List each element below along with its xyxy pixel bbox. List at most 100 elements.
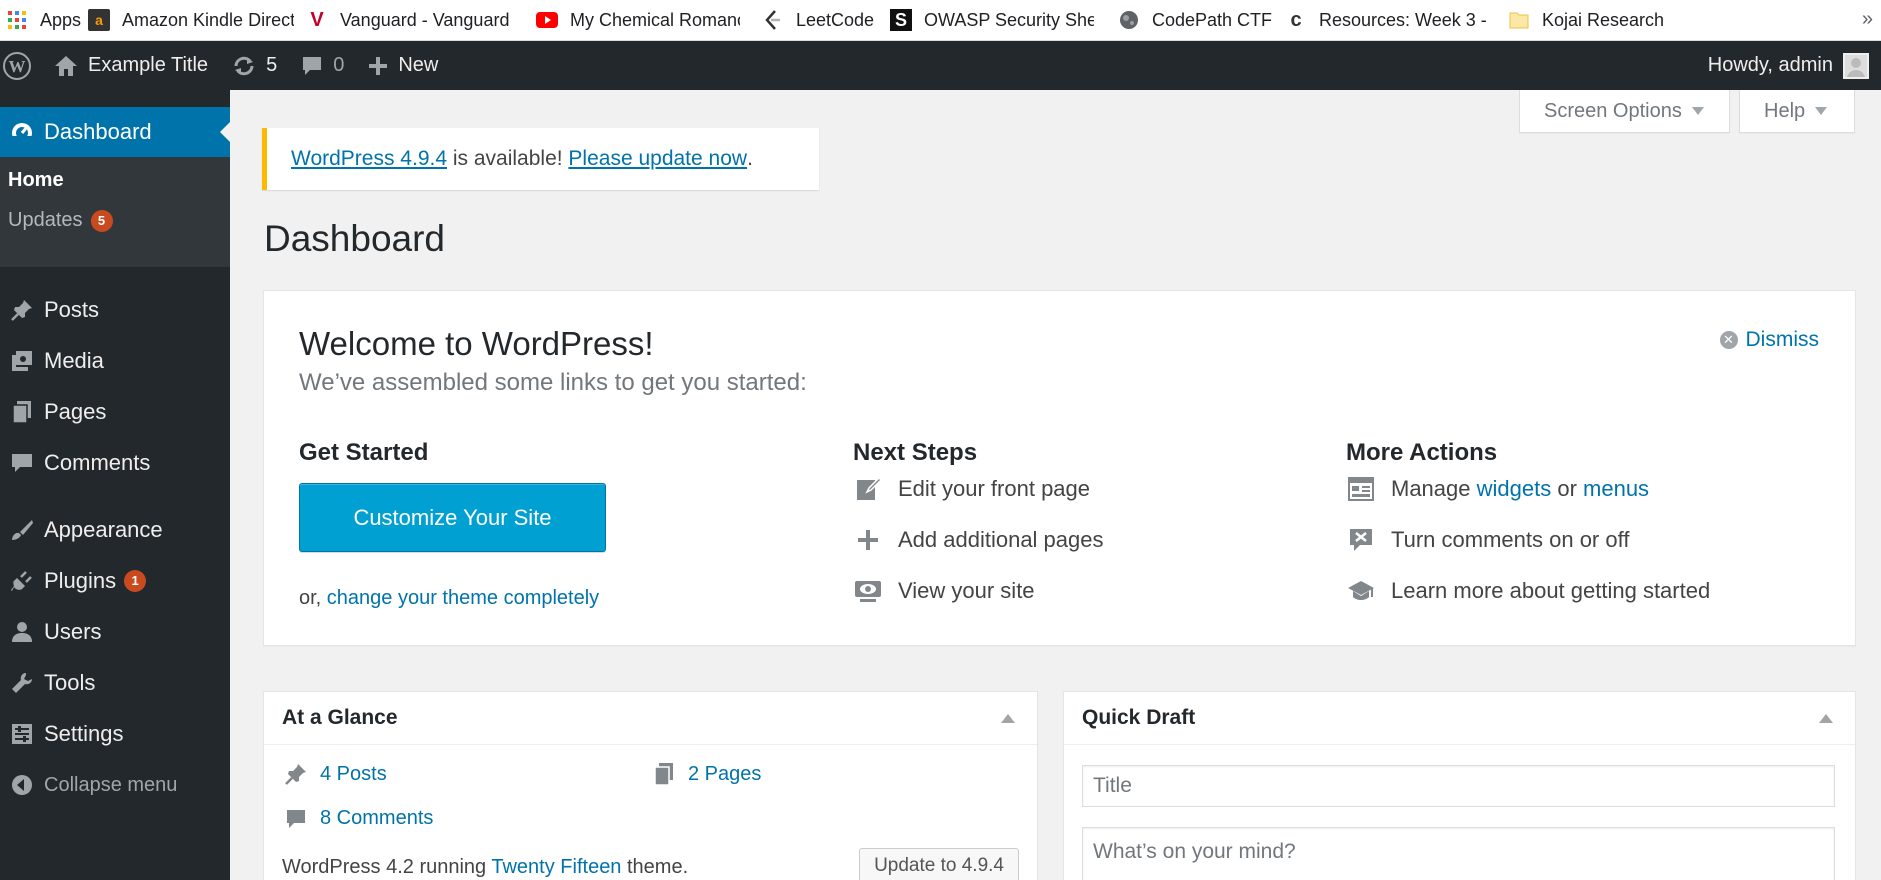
edit-front-page-link[interactable]: Edit your front page — [853, 476, 1090, 502]
next-steps-heading: Next Steps — [853, 439, 978, 466]
admin-bar: W Example Title 5 0 New Howdy, admin — [0, 41, 1881, 90]
submenu-item-updates[interactable]: Updates 5 — [8, 209, 113, 232]
apps-grid-icon — [6, 9, 28, 31]
bookmark-resources-week3[interactable]: c Resources: Week 3 - C — [1285, 0, 1508, 41]
settings-icon — [0, 722, 44, 746]
caret-down-icon — [1691, 107, 1704, 115]
quick-draft-header[interactable]: Quick Draft — [1064, 692, 1855, 745]
welcome-title: Welcome to WordPress! — [299, 325, 654, 362]
theme-link[interactable]: Twenty Fifteen — [491, 856, 621, 878]
dismiss-button[interactable]: ✕ Dismiss — [1719, 328, 1819, 352]
wrench-icon — [0, 671, 44, 695]
caret-down-icon — [1815, 107, 1828, 115]
bookmark-kojai-research[interactable]: Kojai Research — [1508, 0, 1678, 41]
submenu-item-home[interactable]: Home — [8, 169, 64, 192]
manage-widgets-menus: Manage widgets or menus — [1346, 476, 1649, 502]
draft-content-textarea[interactable]: What’s on your mind? — [1082, 827, 1835, 880]
edit-page-icon — [853, 476, 883, 502]
admin-sidebar: Dashboard Home Updates 5 Posts Media Pag… — [0, 90, 230, 880]
folder-icon — [1508, 9, 1530, 31]
main-content: Screen Options Help WordPress 4.9.4 is a… — [230, 90, 1881, 880]
version-link[interactable]: WordPress 4.9.4 — [291, 147, 447, 171]
leetcode-icon — [762, 9, 784, 31]
at-a-glance-header[interactable]: At a Glance — [264, 692, 1037, 745]
site-name-menu[interactable]: Example Title — [42, 41, 220, 90]
view-site-link[interactable]: View your site — [853, 578, 1035, 604]
page-title: Dashboard — [264, 218, 446, 259]
updates-icon — [232, 54, 256, 78]
widgets-icon — [1346, 477, 1376, 501]
bookmark-youtube[interactable]: My Chemical Romanc — [536, 0, 762, 41]
plus-icon — [853, 529, 883, 551]
sidebar-item-comments[interactable]: Comments — [0, 438, 230, 488]
new-content-menu[interactable]: New — [356, 41, 450, 90]
add-pages-link[interactable]: Add additional pages — [853, 527, 1104, 553]
sidebar-item-settings[interactable]: Settings — [0, 709, 230, 759]
widgets-link[interactable]: widgets — [1477, 476, 1552, 502]
home-icon — [54, 55, 78, 77]
dashboard-icon — [0, 120, 44, 144]
close-icon: ✕ — [1719, 331, 1738, 349]
sidebar-item-users[interactable]: Users — [0, 607, 230, 657]
wordpress-version-text: WordPress 4.2 running Twenty Fifteen the… — [282, 856, 689, 878]
update-notice: WordPress 4.9.4 is available! Please upd… — [262, 128, 819, 190]
menus-link[interactable]: menus — [1583, 476, 1649, 502]
bookmark-codepath-ctf[interactable]: CodePath CTF — [1118, 0, 1285, 41]
toggle-arrow-icon[interactable] — [1819, 714, 1833, 723]
more-actions-heading: More Actions — [1346, 439, 1498, 466]
update-wordpress-button[interactable]: Update to 4.9.4 — [859, 848, 1019, 880]
updates-count-badge: 5 — [90, 209, 113, 232]
amazon-icon: a — [88, 9, 110, 31]
vanguard-icon: V — [310, 8, 324, 31]
sidebar-item-appearance[interactable]: Appearance — [0, 505, 230, 555]
sidebar-item-tools[interactable]: Tools — [0, 658, 230, 708]
customize-site-button[interactable]: Customize Your Site — [299, 483, 606, 552]
updates-menu[interactable]: 5 — [220, 41, 289, 90]
wp-logo-menu[interactable]: W — [0, 41, 42, 90]
help-button[interactable]: Help — [1739, 90, 1855, 133]
user-icon — [0, 620, 44, 644]
youtube-icon — [536, 9, 558, 31]
bookmarks-bar: Apps a Amazon Kindle Direct V Vanguard -… — [0, 0, 1881, 41]
bookmark-leetcode[interactable]: LeetCode — [762, 0, 890, 41]
graduation-cap-icon — [1346, 579, 1376, 603]
draft-title-input[interactable]: Title — [1082, 765, 1835, 807]
codepath-icon: c — [1290, 8, 1302, 31]
collapse-menu-button[interactable]: Collapse menu — [0, 760, 230, 810]
bookmark-owasp[interactable]: S OWASP Security Shep — [890, 0, 1118, 41]
pushpin-icon — [0, 298, 44, 322]
posts-count-link[interactable]: 4 Posts — [282, 762, 387, 786]
collapse-icon — [0, 773, 44, 797]
comments-off-icon — [1346, 527, 1376, 553]
pages-icon — [650, 762, 678, 786]
bookmark-vanguard[interactable]: V Vanguard - Vanguard — [306, 0, 536, 41]
screen-options-button[interactable]: Screen Options — [1519, 90, 1730, 133]
comment-icon — [282, 808, 310, 830]
welcome-about: We’ve assembled some links to get you st… — [299, 369, 807, 396]
plugins-count-badge: 1 — [124, 570, 147, 592]
owasp-icon: S — [890, 9, 912, 31]
toggle-arrow-icon[interactable] — [1001, 714, 1015, 723]
bookmark-amazon-kindle[interactable]: a Amazon Kindle Direct — [88, 0, 306, 41]
toggle-comments-link[interactable]: Turn comments on or off — [1346, 527, 1629, 553]
bookmarks-overflow-icon[interactable]: » — [1862, 8, 1873, 31]
bookmark-apps[interactable]: Apps — [6, 0, 88, 41]
sidebar-item-pages[interactable]: Pages — [0, 387, 230, 437]
my-account-menu[interactable]: Howdy, admin — [1708, 52, 1881, 79]
pages-icon — [0, 400, 44, 424]
sidebar-item-dashboard[interactable]: Dashboard — [0, 107, 230, 157]
change-theme-link[interactable]: change your theme completely — [327, 587, 599, 609]
pages-count-link[interactable]: 2 Pages — [650, 762, 761, 786]
comments-menu[interactable]: 0 — [289, 41, 356, 90]
plus-icon — [368, 56, 388, 76]
change-theme-text: or, change your theme completely — [299, 587, 600, 609]
comments-count-link[interactable]: 8 Comments — [282, 807, 433, 830]
sidebar-item-plugins[interactable]: Plugins 1 — [0, 556, 230, 606]
sidebar-item-media[interactable]: Media — [0, 336, 230, 386]
sidebar-item-posts[interactable]: Posts — [0, 285, 230, 335]
at-a-glance-widget: At a Glance 4 Posts 2 Pages 8 Comments W… — [263, 691, 1038, 880]
learn-more-link[interactable]: Learn more about getting started — [1346, 578, 1710, 604]
wordpress-logo-icon: W — [2, 51, 32, 81]
welcome-panel: Welcome to WordPress! We’ve assembled so… — [263, 290, 1856, 646]
update-now-link[interactable]: Please update now — [568, 147, 747, 171]
